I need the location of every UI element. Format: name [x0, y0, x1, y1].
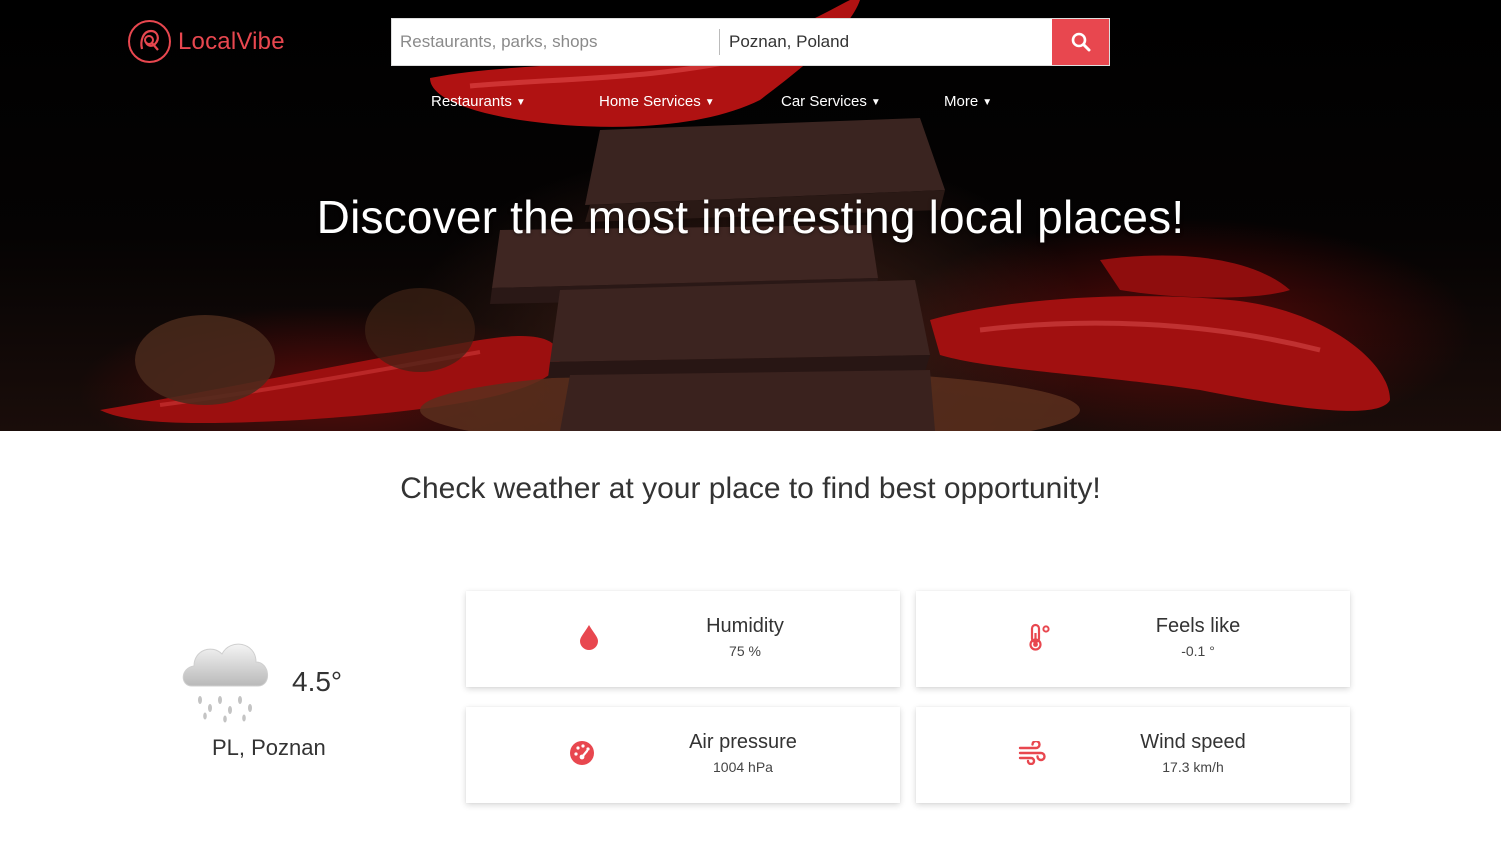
nav-item-label: Car Services	[781, 93, 867, 110]
logo-icon	[128, 20, 171, 63]
logo-text: LocalVibe	[178, 27, 285, 55]
hero-banner: LocalVibe Restaurants ▼ Home Services ▼ …	[0, 0, 1501, 431]
thermometer-icon	[1024, 622, 1054, 652]
card-value: 1004 hPa	[713, 759, 773, 775]
nav-item-label: Restaurants	[431, 93, 512, 110]
nav-item-car-services[interactable]: Car Services ▼	[781, 93, 881, 110]
card-label: Wind speed	[1140, 731, 1246, 753]
location-input[interactable]	[720, 19, 1052, 65]
search-bar	[391, 18, 1110, 66]
wind-icon	[1017, 738, 1047, 768]
nav-item-label: More	[944, 93, 979, 110]
caret-down-icon: ▼	[704, 97, 715, 108]
hero-title: Discover the most interesting local plac…	[316, 191, 1185, 243]
wind-speed-card: Wind speed 17.3 km/h	[916, 707, 1350, 803]
card-value: 17.3 km/h	[1162, 759, 1224, 775]
category-nav: Restaurants ▼ Home Services ▼ Car Servic…	[0, 93, 1501, 113]
rain-cloud-icon	[182, 643, 268, 723]
current-location: PL, Poznan	[212, 735, 326, 760]
search-icon	[1071, 32, 1090, 52]
current-temperature: 4.5°	[292, 666, 343, 697]
nav-item-label: Home Services	[599, 93, 701, 110]
current-weather: 4.5° PL, Poznan	[178, 630, 378, 770]
card-label: Feels like	[1155, 615, 1241, 637]
nav-item-more[interactable]: More ▼	[944, 93, 992, 110]
logo[interactable]: LocalVibe	[127, 19, 285, 64]
search-button[interactable]	[1052, 19, 1109, 65]
caret-down-icon: ▼	[982, 97, 993, 108]
nav-item-home-services[interactable]: Home Services ▼	[599, 93, 715, 110]
card-value: -0.1 °	[1181, 643, 1215, 659]
card-value: 75 %	[729, 643, 761, 659]
feels-like-card: Feels like -0.1 °	[916, 591, 1350, 687]
droplet-icon	[574, 622, 604, 652]
gauge-icon	[567, 738, 597, 768]
weather-section-title: Check weather at your place to find best…	[400, 472, 1101, 505]
nav-item-restaurants[interactable]: Restaurants ▼	[431, 93, 526, 110]
air-pressure-card: Air pressure 1004 hPa	[466, 707, 900, 803]
caret-down-icon: ▼	[515, 97, 526, 108]
caret-down-icon: ▼	[870, 97, 881, 108]
card-label: Humidity	[706, 615, 784, 637]
humidity-card: Humidity 75 %	[466, 591, 900, 687]
search-input[interactable]	[392, 19, 719, 65]
card-label: Air pressure	[689, 731, 797, 753]
